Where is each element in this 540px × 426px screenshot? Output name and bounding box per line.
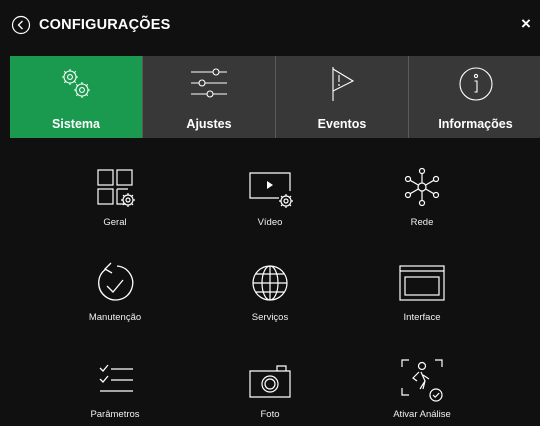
item-video[interactable]: Vídeo <box>205 165 335 228</box>
alert-flag-icon <box>332 67 355 101</box>
network-icon <box>404 167 440 207</box>
tab-eventos[interactable]: Eventos <box>276 56 409 138</box>
item-label: Serviços <box>251 312 289 323</box>
item-geral[interactable]: Geral <box>50 165 180 228</box>
tab-ajustes[interactable]: Ajustes <box>143 56 276 138</box>
item-label: Foto <box>260 409 280 420</box>
header-bar: CONFIGURAÇÕES × <box>0 0 540 46</box>
tab-label: Sistema <box>52 117 100 131</box>
gears-icon <box>62 69 90 98</box>
item-manutencao[interactable]: Manutenção <box>50 260 180 323</box>
item-label: Manutenção <box>88 312 142 323</box>
person-analysis-icon <box>401 359 443 402</box>
tab-informacoes[interactable]: Informações <box>409 56 540 138</box>
settings-grid: Geral Vídeo Rede Manutenção Serviços Int… <box>0 150 540 426</box>
sliders-icon <box>191 68 227 98</box>
item-label: Vídeo <box>257 217 283 228</box>
page-title: CONFIGURAÇÕES <box>39 17 171 33</box>
item-servicos[interactable]: Serviços <box>205 260 335 323</box>
tab-label: Ajustes <box>186 117 232 131</box>
tab-label: Informações <box>438 117 513 131</box>
item-foto[interactable]: Foto <box>205 357 335 420</box>
general-grid-icon <box>97 169 135 207</box>
back-icon[interactable] <box>11 15 31 35</box>
tab-bar: Sistema Ajustes Eventos Informações <box>10 56 540 138</box>
item-rede[interactable]: Rede <box>357 165 487 228</box>
item-label: Ativar Análise <box>393 409 451 420</box>
tab-label: Eventos <box>317 117 367 131</box>
item-label: Rede <box>410 217 434 228</box>
globe-icon <box>252 265 288 301</box>
interface-window-icon <box>399 265 445 301</box>
close-button[interactable]: × <box>516 14 536 34</box>
item-label: Parâmetros <box>90 409 140 420</box>
item-ativar-analise[interactable]: Ativar Análise <box>357 357 487 420</box>
info-icon <box>458 67 493 101</box>
checklist-icon <box>99 364 133 392</box>
maintenance-restore-icon <box>98 262 134 301</box>
camera-icon <box>249 365 291 398</box>
item-label: Interface <box>403 312 441 323</box>
tab-sistema[interactable]: Sistema <box>10 56 143 138</box>
video-settings-icon <box>249 172 293 208</box>
item-interface[interactable]: Interface <box>357 260 487 323</box>
item-label: Geral <box>103 217 127 228</box>
item-parametros[interactable]: Parâmetros <box>50 357 180 420</box>
